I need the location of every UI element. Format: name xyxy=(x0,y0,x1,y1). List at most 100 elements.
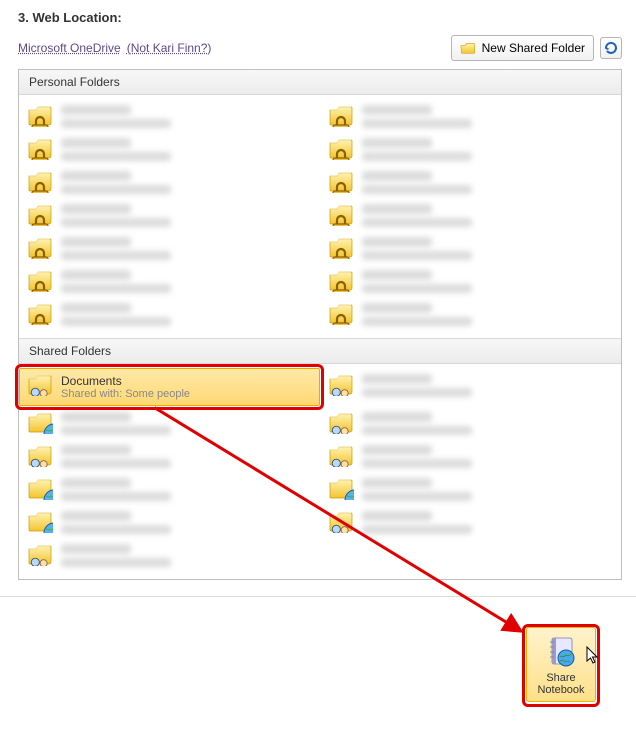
new-shared-folder-label: New Shared Folder xyxy=(482,41,585,55)
folder-item[interactable] xyxy=(320,198,621,231)
folder-item[interactable] xyxy=(19,264,320,297)
shared-folders-grid: DocumentsShared with: Some people xyxy=(19,364,621,579)
public-folder-icon xyxy=(27,410,53,434)
shared-folder-icon xyxy=(328,509,354,533)
shared-folder-icon xyxy=(27,443,53,467)
folder-name xyxy=(362,511,472,521)
shared-folders-header: Shared Folders xyxy=(19,338,621,364)
folder-item[interactable] xyxy=(320,439,621,472)
folder-item-documents[interactable]: DocumentsShared with: Some people xyxy=(19,368,320,406)
folder-name xyxy=(61,270,171,280)
refresh-icon xyxy=(603,40,619,56)
folder-item[interactable] xyxy=(19,165,320,198)
shared-folder-icon xyxy=(27,542,53,566)
folder-item[interactable] xyxy=(19,538,320,571)
folder-name xyxy=(61,138,171,148)
web-location-panel: 3. Web Location: Microsoft OneDrive (Not… xyxy=(0,0,636,580)
folder-subtitle xyxy=(61,455,171,468)
folder-name xyxy=(61,511,171,521)
folder-item[interactable] xyxy=(320,165,621,198)
folder-name xyxy=(362,374,472,384)
locked-folder-icon xyxy=(27,301,53,325)
folder-item[interactable] xyxy=(19,472,320,505)
folder-item[interactable] xyxy=(19,406,320,439)
folder-name xyxy=(362,445,472,455)
locked-folder-icon xyxy=(27,268,53,292)
folder-item[interactable] xyxy=(320,264,621,297)
folder-name xyxy=(61,237,171,247)
folder-item[interactable] xyxy=(19,231,320,264)
folder-subtitle xyxy=(61,214,171,227)
folder-item[interactable] xyxy=(19,505,320,538)
share-notebook-button[interactable]: ShareNotebook xyxy=(526,627,596,702)
folder-name xyxy=(61,171,171,181)
folder-subtitle xyxy=(362,422,472,435)
share-notebook-label: ShareNotebook xyxy=(537,672,584,697)
public-folder-icon xyxy=(27,476,53,500)
breadcrumb: Microsoft OneDrive (Not Kari Finn?) New … xyxy=(18,35,622,61)
folder-name xyxy=(362,412,472,422)
new-shared-folder-button[interactable]: New Shared Folder xyxy=(451,35,594,61)
folder-item[interactable] xyxy=(320,297,621,330)
folder-subtitle xyxy=(362,521,472,534)
folder-name xyxy=(362,237,472,247)
locked-folder-icon xyxy=(328,202,354,226)
folder-name xyxy=(362,138,472,148)
folder-subtitle xyxy=(61,115,171,128)
folder-subtitle xyxy=(61,148,171,161)
refresh-button[interactable] xyxy=(600,37,622,59)
folder-subtitle xyxy=(362,148,472,161)
folder-subtitle: Shared with: Some people xyxy=(61,388,190,401)
folder-item[interactable] xyxy=(320,99,621,132)
folder-subtitle xyxy=(362,181,472,194)
folder-name xyxy=(362,303,472,313)
folder-subtitle xyxy=(61,422,171,435)
folder-subtitle xyxy=(61,488,171,501)
folder-item[interactable] xyxy=(19,198,320,231)
folder-item[interactable] xyxy=(320,368,621,406)
folder-add-icon xyxy=(460,40,476,56)
folder-subtitle xyxy=(362,455,472,468)
folder-subtitle xyxy=(362,115,472,128)
locked-folder-icon xyxy=(328,136,354,160)
folder-subtitle xyxy=(362,313,472,326)
share-area: ShareNotebook xyxy=(0,596,636,718)
locked-folder-icon xyxy=(27,169,53,193)
locked-folder-icon xyxy=(328,301,354,325)
folder-item[interactable] xyxy=(320,406,621,439)
locked-folder-icon xyxy=(27,103,53,127)
shared-folder-icon xyxy=(27,372,53,396)
shared-folder-icon xyxy=(328,443,354,467)
folder-name xyxy=(362,105,472,115)
folder-name xyxy=(61,204,171,214)
folder-name xyxy=(362,270,472,280)
personal-folders-header: Personal Folders xyxy=(19,70,621,95)
folder-item[interactable] xyxy=(320,132,621,165)
folder-item[interactable] xyxy=(320,231,621,264)
folder-name xyxy=(61,105,171,115)
folder-item[interactable] xyxy=(320,505,621,538)
locked-folder-icon xyxy=(27,202,53,226)
folder-name xyxy=(61,303,171,313)
folder-name xyxy=(362,171,472,181)
shared-folder-icon xyxy=(328,372,354,396)
folder-item[interactable] xyxy=(19,99,320,132)
folder-name xyxy=(362,478,472,488)
folder-item[interactable] xyxy=(19,132,320,165)
public-folder-icon xyxy=(27,509,53,533)
onedrive-link[interactable]: Microsoft OneDrive xyxy=(18,41,121,55)
folder-name: Documents xyxy=(61,374,190,388)
folder-subtitle xyxy=(362,384,472,397)
folder-subtitle xyxy=(61,247,171,260)
not-user-link[interactable]: (Not Kari Finn?) xyxy=(127,41,212,55)
folder-subtitle xyxy=(362,214,472,227)
folder-item[interactable] xyxy=(19,297,320,330)
folder-subtitle xyxy=(61,280,171,293)
personal-folders-grid xyxy=(19,95,621,338)
folder-subtitle xyxy=(61,521,171,534)
folder-subtitle xyxy=(362,488,472,501)
folder-item[interactable] xyxy=(320,472,621,505)
folder-name xyxy=(61,445,171,455)
section-heading: 3. Web Location: xyxy=(18,10,622,25)
folder-item[interactable] xyxy=(19,439,320,472)
